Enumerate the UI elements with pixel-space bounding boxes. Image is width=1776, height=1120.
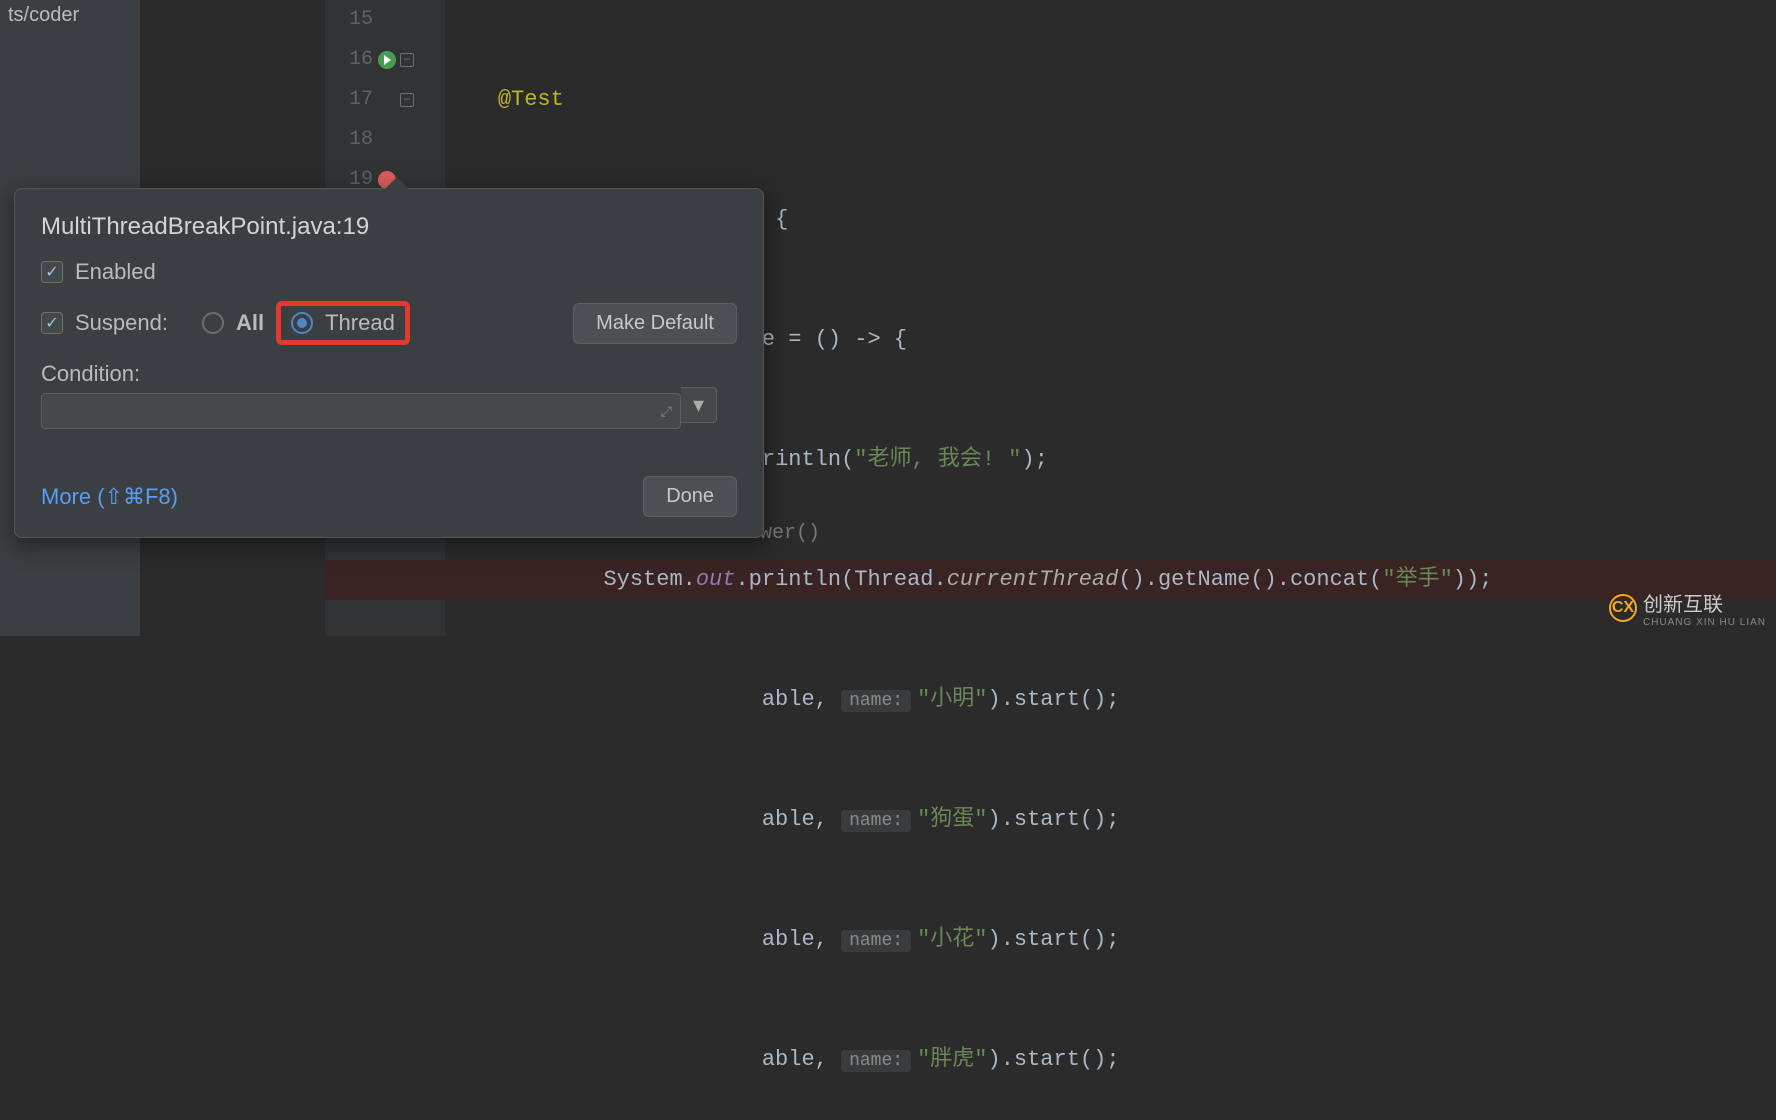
run-test-icon[interactable] <box>378 51 396 69</box>
thread-highlight-box: Thread <box>276 301 410 345</box>
code-text: ).start(); <box>988 1047 1120 1072</box>
code-text: System. <box>603 567 695 592</box>
inlay-hint: wer() <box>760 522 820 545</box>
string-literal: "小花" <box>917 927 987 952</box>
line-number: 17 <box>325 80 373 120</box>
string-literal: "举手" <box>1382 567 1452 592</box>
done-button[interactable]: Done <box>643 476 737 517</box>
code-text: able, <box>762 927 841 952</box>
code-text: ).start(); <box>988 927 1120 952</box>
line-number: 18 <box>325 120 373 160</box>
param-hint: name: <box>841 810 911 832</box>
gutter-icons: − − <box>378 0 438 200</box>
breakpoint-popup: MultiThreadBreakPoint.java:19 ✓ Enabled … <box>14 188 764 538</box>
code-text: )); <box>1453 567 1493 592</box>
code-text: ).start(); <box>988 687 1120 712</box>
watermark: CX 创新互联 CHUANG XIN HU LIAN <box>1609 588 1766 628</box>
line-number: 15 <box>325 0 373 40</box>
code-text: ).start(); <box>988 807 1120 832</box>
code-text: able, <box>762 687 841 712</box>
expand-icon[interactable]: ⤢ <box>653 403 680 420</box>
watermark-text: 创新互联 <box>1643 594 1723 616</box>
enabled-label: Enabled <box>75 259 156 285</box>
string-literal: "老师, 我会! " <box>854 447 1021 472</box>
condition-dropdown[interactable]: ▾ <box>681 387 717 423</box>
param-hint: name: <box>841 1050 911 1072</box>
method-call: currentThread <box>947 567 1119 592</box>
string-literal: "胖虎" <box>917 1047 987 1072</box>
param-hint: name: <box>841 930 911 952</box>
fold-icon[interactable]: − <box>400 93 414 107</box>
string-literal: "狗蛋" <box>917 807 987 832</box>
suspend-all-radio[interactable] <box>202 312 224 334</box>
suspend-thread-radio[interactable] <box>291 312 313 334</box>
code-text: ); <box>1022 447 1048 472</box>
line-number: 16 <box>325 40 373 80</box>
popup-title: MultiThreadBreakPoint.java:19 <box>41 213 737 241</box>
code-text: .println(Thread. <box>735 567 946 592</box>
field-ref: out <box>696 567 736 592</box>
param-hint: name: <box>841 690 911 712</box>
code-text: able, <box>762 807 841 832</box>
annotation: @Test <box>498 87 564 112</box>
suspend-all-label: All <box>236 310 264 336</box>
enabled-checkbox[interactable]: ✓ <box>41 261 63 283</box>
watermark-icon: CX <box>1609 594 1637 622</box>
make-default-button[interactable]: Make Default <box>573 303 737 344</box>
suspend-checkbox[interactable]: ✓ <box>41 312 63 334</box>
string-literal: "小明" <box>917 687 987 712</box>
suspend-label: Suspend: <box>75 310 168 336</box>
code-text: ().getName().concat( <box>1118 567 1382 592</box>
more-link[interactable]: More (⇧⌘F8) <box>41 484 178 510</box>
path-fragment: ts/coder <box>8 4 79 26</box>
watermark-sub: CHUANG XIN HU LIAN <box>1643 617 1766 628</box>
code-editor[interactable]: @Test public void answer() { Runnable ru… <box>445 0 1776 1120</box>
condition-input[interactable]: ⤢ <box>41 393 681 429</box>
fold-icon[interactable]: − <box>400 53 414 67</box>
code-text: able, <box>762 1047 841 1072</box>
line-numbers: 15 16 17 18 19 <box>325 0 373 200</box>
suspend-thread-label: Thread <box>325 310 395 336</box>
condition-label: Condition: <box>41 361 737 387</box>
